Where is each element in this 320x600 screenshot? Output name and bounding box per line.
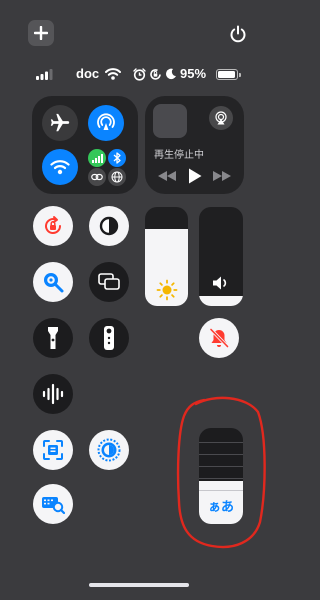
rotation-lock-status-icon xyxy=(150,69,161,80)
scan-text-icon xyxy=(43,440,63,460)
remote-icon xyxy=(104,326,114,350)
magnifier-icon xyxy=(44,273,64,293)
flashlight-toggle[interactable] xyxy=(33,318,73,358)
airplane-mode-toggle[interactable] xyxy=(42,105,78,141)
airplay-icon xyxy=(215,111,227,125)
text-size-label: ぁあ xyxy=(207,499,234,514)
orientation-lock-toggle[interactable] xyxy=(33,206,73,246)
carrier-name: doc xyxy=(76,66,100,81)
home-indicator[interactable] xyxy=(89,583,189,587)
vpn-toggle[interactable] xyxy=(108,168,126,186)
volume-slider[interactable] xyxy=(199,207,243,306)
live-captions-button[interactable] xyxy=(89,430,129,470)
alarm-icon xyxy=(133,68,146,81)
add-control-button[interactable] xyxy=(28,20,54,46)
airplane-icon xyxy=(50,113,70,132)
media-player-module[interactable]: 再生停止中 xyxy=(145,96,244,194)
contrast-icon xyxy=(99,216,119,236)
dark-mode-toggle[interactable] xyxy=(89,206,129,246)
airplay-button[interactable] xyxy=(209,106,233,130)
power-button[interactable] xyxy=(226,22,250,46)
sun-icon xyxy=(156,279,178,301)
text-size-slider[interactable]: ぁあ xyxy=(199,428,243,524)
globe-icon xyxy=(111,171,123,183)
cellular-icon xyxy=(91,153,103,163)
cellular-signal-icon xyxy=(36,69,53,80)
sound-recognition-button[interactable] xyxy=(33,374,73,414)
bell-slash-icon xyxy=(209,327,230,349)
playback-status: 再生停止中 xyxy=(154,150,204,161)
battery-icon xyxy=(216,69,238,80)
rewind-icon[interactable] xyxy=(158,171,176,181)
cellular-data-toggle[interactable] xyxy=(88,149,106,167)
rotation-lock-icon xyxy=(45,216,62,235)
magnifier-button[interactable] xyxy=(33,262,73,302)
connectivity-module xyxy=(32,96,138,194)
keyboard-search-icon xyxy=(42,497,65,514)
document-scanner-button[interactable] xyxy=(33,430,73,470)
album-artwork xyxy=(153,104,187,138)
silent-mode-toggle[interactable] xyxy=(199,318,239,358)
flashlight-icon xyxy=(48,327,58,349)
waveform-icon xyxy=(42,383,64,405)
wifi-icon xyxy=(50,160,70,175)
speaker-icon xyxy=(213,276,227,290)
wifi-status-icon xyxy=(105,68,121,80)
bluetooth-toggle[interactable] xyxy=(108,149,126,167)
apple-tv-remote-button[interactable] xyxy=(89,318,129,358)
power-icon xyxy=(230,25,246,43)
battery-level-fill xyxy=(218,71,236,78)
volume-level-fill xyxy=(199,296,243,306)
moon-icon xyxy=(166,68,176,80)
screen-mirroring-button[interactable] xyxy=(89,262,129,302)
screen-mirroring-icon xyxy=(98,273,120,290)
fast-forward-icon[interactable] xyxy=(213,171,231,181)
airdrop-icon xyxy=(97,113,115,130)
personal-hotspot-toggle[interactable] xyxy=(88,168,106,186)
link-icon xyxy=(91,173,103,181)
keyboard-magnifier-button[interactable] xyxy=(33,484,73,524)
captions-circle-icon xyxy=(97,438,121,462)
plus-icon xyxy=(34,26,48,40)
wifi-toggle[interactable] xyxy=(42,149,78,185)
status-bar: doc 95% xyxy=(36,66,246,84)
bluetooth-icon xyxy=(113,152,121,164)
brightness-slider[interactable] xyxy=(145,207,188,306)
airdrop-toggle[interactable] xyxy=(88,105,124,141)
play-icon[interactable] xyxy=(188,168,202,184)
battery-percent: 95% xyxy=(180,66,207,81)
